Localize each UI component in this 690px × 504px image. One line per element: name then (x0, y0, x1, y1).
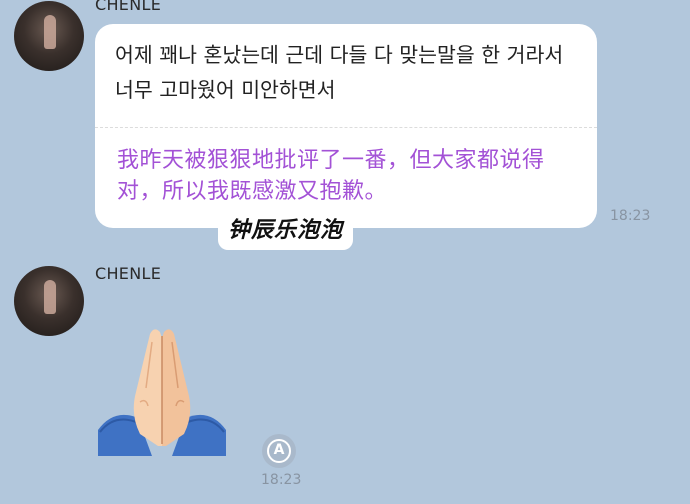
translation-divider (95, 127, 597, 128)
folded-hands-icon (98, 329, 226, 456)
translate-icon: A (273, 442, 285, 458)
message-timestamp: 18:23 (610, 208, 651, 224)
translate-button[interactable]: A (262, 434, 296, 468)
message-text: 어제 꽤나 혼났는데 근데 다들 다 맞는말을 한 거라서 너무 고마웠어 미안… (115, 43, 564, 102)
watermark-label: 钟辰乐泡泡 (218, 208, 354, 250)
message-bubble[interactable]: 어제 꽤나 혼났는데 근데 다들 다 맞는말을 한 거라서 너무 고마웠어 미안… (95, 24, 597, 228)
message-timestamp: 18:23 (261, 472, 302, 488)
translation-text: 我昨天被狠狠地批评了一番，但大家都说得对，所以我既感激又抱歉。 (117, 148, 545, 204)
sender-name: CHENLE (95, 0, 162, 14)
sender-avatar[interactable] (14, 266, 84, 336)
sender-avatar[interactable] (14, 1, 84, 71)
sender-name: CHENLE (95, 264, 162, 283)
